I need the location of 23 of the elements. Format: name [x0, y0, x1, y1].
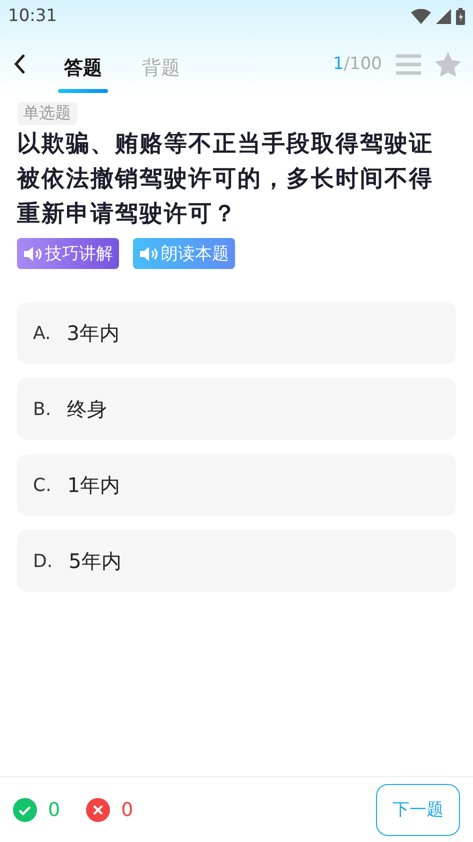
speaker-icon [139, 246, 158, 260]
menu-icon[interactable] [396, 54, 421, 74]
wrong-count: 0 [121, 798, 134, 820]
check-icon [13, 798, 37, 822]
answer-option[interactable]: D. 5年内 [17, 530, 456, 592]
battery-icon [456, 8, 465, 24]
tab[interactable]: 答题 [58, 47, 108, 93]
question-type-tag: 单选题 [17, 102, 77, 125]
speaker-icon [23, 246, 42, 260]
signal-icon [436, 8, 451, 24]
current-number: 1 [332, 54, 344, 74]
correct-count: 0 [48, 798, 60, 820]
question-text: 以欺骗、贿赂等不正当手段取得驾驶证被依法撤销驾驶许可的，多长时间不得重新申请驾驶许可？ [17, 130, 434, 229]
back-icon[interactable] [14, 53, 26, 75]
answer-option[interactable]: B. 终身 [17, 378, 456, 440]
audio-button[interactable]: 技巧讲解 [17, 238, 119, 269]
answer-option[interactable]: C. 1年内 [17, 454, 456, 516]
total-count: /100 [344, 54, 382, 74]
answer-option[interactable]: A. 3年内 [17, 302, 456, 364]
star-icon[interactable] [435, 52, 461, 76]
status-time: 10:31 [8, 6, 57, 26]
cross-icon [86, 798, 110, 822]
wifi-icon [411, 8, 431, 24]
